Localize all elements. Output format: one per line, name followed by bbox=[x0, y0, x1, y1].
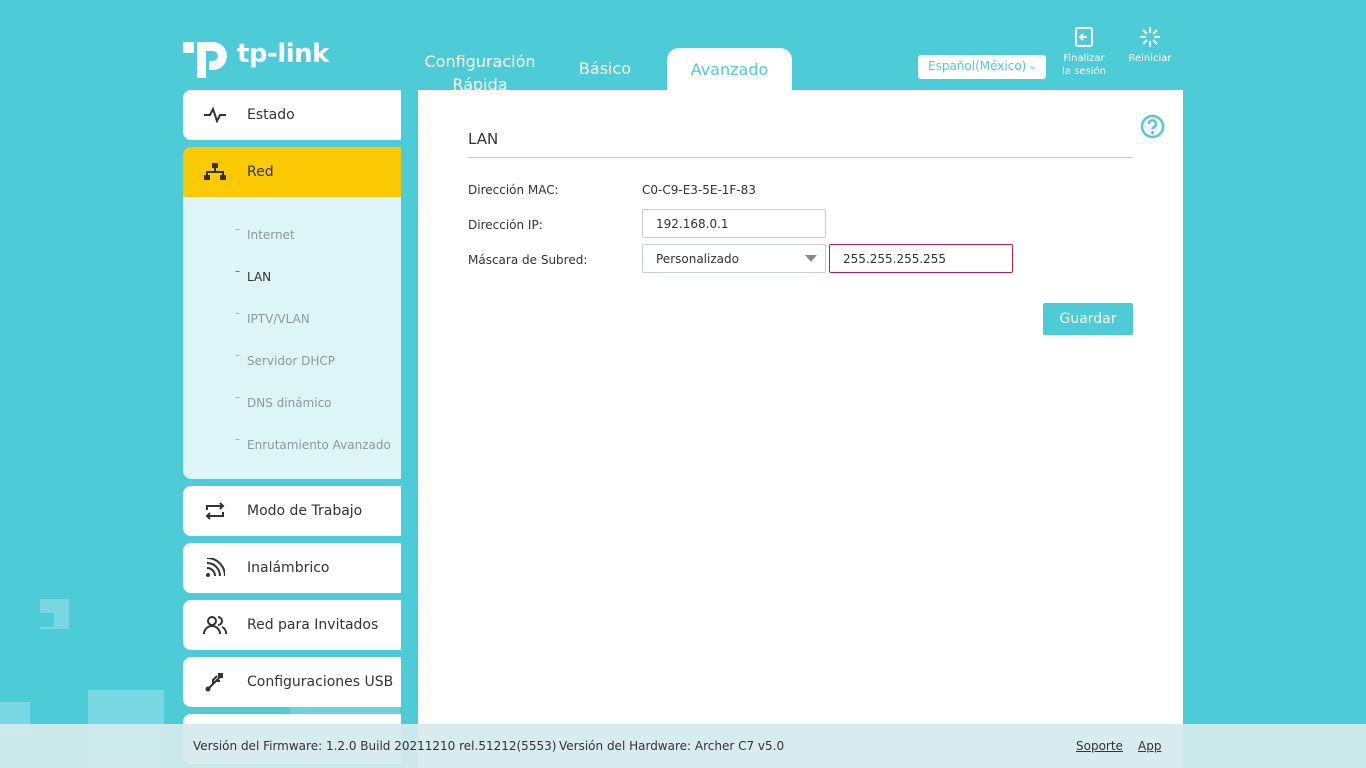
page-title: LAN bbox=[468, 130, 499, 148]
sidebar-item-label: Red bbox=[247, 164, 274, 180]
sidebar-item-label: Estado bbox=[247, 107, 295, 123]
subnet-mask-value: 255.255.255.255 bbox=[843, 252, 947, 266]
network-icon bbox=[183, 163, 247, 181]
submenu-item-label: IPTV/VLAN bbox=[247, 312, 310, 326]
subnet-mask-field[interactable]: 255.255.255.255 bbox=[829, 244, 1013, 273]
sidebar-item-operation-mode[interactable]: Modo de Trabajo bbox=[183, 486, 401, 536]
guests-icon bbox=[183, 615, 247, 635]
submenu-item-dynamic-dns[interactable]: – DNS dinámico bbox=[235, 392, 332, 410]
hardware-version: Versión del Hardware: Archer C7 v5.0 bbox=[559, 739, 785, 753]
network-submenu: – Internet – LAN – IPTV/VLAN – Servidor DHCP… bbox=[183, 197, 401, 479]
tab-advanced[interactable]: Avanzado bbox=[667, 48, 792, 90]
footer: Versión del Firmware: 1.2.0 Build 202112… bbox=[0, 724, 1366, 768]
mac-address-label: Dirección MAC: bbox=[468, 183, 559, 197]
submenu-item-lan[interactable]: – LAN bbox=[235, 266, 272, 284]
dropdown-arrow-icon bbox=[805, 255, 817, 262]
ip-address-value: 192.168.0.1 bbox=[656, 217, 729, 231]
submenu-item-label: Enrutamiento Avanzado bbox=[247, 438, 391, 452]
sidebar-item-label: Inalámbrico bbox=[247, 560, 330, 576]
subnet-mask-label: Máscara de Subred: bbox=[468, 253, 588, 267]
app-link[interactable]: App bbox=[1138, 739, 1161, 753]
reboot-button[interactable]: Reiniciar bbox=[1125, 26, 1175, 65]
submenu-item-dhcp-server[interactable]: – Servidor DHCP bbox=[235, 350, 335, 368]
tab-basic[interactable]: Básico bbox=[562, 48, 648, 90]
reboot-label: Reiniciar bbox=[1128, 53, 1172, 64]
sidebar-item-network[interactable]: Red bbox=[183, 147, 401, 197]
submenu-item-label: DNS dinámico bbox=[247, 396, 332, 410]
sidebar-item-label: Configuraciones USB bbox=[247, 674, 394, 690]
dash-icon: – bbox=[235, 434, 240, 445]
language-select[interactable]: Español(México) ⌄ bbox=[918, 55, 1046, 79]
help-icon[interactable] bbox=[1140, 114, 1165, 139]
switch-mode-icon bbox=[183, 502, 247, 520]
ip-address-label: Dirección IP: bbox=[468, 218, 543, 232]
wifi-icon bbox=[183, 558, 247, 578]
logo-text: tp-link bbox=[237, 39, 329, 69]
ip-address-field[interactable]: 192.168.0.1 bbox=[642, 209, 826, 238]
dash-icon: – bbox=[235, 308, 240, 319]
logout-label: Finalizar la sesión bbox=[1062, 53, 1106, 77]
dash-icon: – bbox=[235, 266, 240, 277]
save-button[interactable]: Guardar bbox=[1043, 303, 1133, 335]
subnet-mask-mode-select[interactable]: Personalizado bbox=[642, 244, 826, 273]
sidebar-item-guest-network[interactable]: Red para Invitados bbox=[183, 600, 401, 650]
dash-icon: – bbox=[235, 224, 240, 235]
logout-button[interactable]: Finalizar la sesión bbox=[1058, 26, 1110, 78]
dash-icon: – bbox=[235, 350, 240, 361]
submenu-item-label: Servidor DHCP bbox=[247, 354, 335, 368]
support-link[interactable]: Soporte bbox=[1076, 739, 1123, 753]
sidebar-item-status[interactable]: Estado bbox=[183, 90, 401, 140]
tp-link-logo[interactable]: tp-link bbox=[183, 30, 329, 78]
sidebar-item-usb-settings[interactable]: Configuraciones USB bbox=[183, 657, 401, 707]
sidebar-item-label: Red para Invitados bbox=[247, 617, 379, 633]
submenu-item-advanced-routing[interactable]: – Enrutamiento Avanzado bbox=[235, 434, 391, 452]
background-decoration bbox=[40, 613, 54, 627]
mac-address-value: C0-C9-E3-5E-1F-83 bbox=[642, 183, 756, 197]
firmware-version: Versión del Firmware: 1.2.0 Build 202112… bbox=[193, 739, 557, 753]
chevron-down-icon: ⌄ bbox=[1027, 59, 1037, 72]
main-panel: LAN Dirección MAC: C0-C9-E3-5E-1F-83 Dir… bbox=[418, 90, 1183, 768]
usb-icon bbox=[183, 672, 247, 692]
submenu-item-iptv-vlan[interactable]: – IPTV/VLAN bbox=[235, 308, 310, 326]
tab-quick-setup[interactable]: Configuración Rápida bbox=[420, 50, 540, 94]
logout-icon bbox=[1075, 27, 1093, 47]
submenu-item-internet[interactable]: – Internet bbox=[235, 224, 295, 242]
divider bbox=[468, 157, 1133, 158]
tp-link-logo-icon bbox=[183, 42, 227, 78]
subnet-mask-mode-value: Personalizado bbox=[656, 252, 739, 266]
submenu-item-label: Internet bbox=[247, 228, 295, 242]
dash-icon: – bbox=[235, 392, 240, 403]
reboot-icon bbox=[1140, 27, 1160, 47]
submenu-item-label: LAN bbox=[247, 270, 272, 284]
sidebar-item-label: Modo de Trabajo bbox=[247, 503, 363, 519]
sidebar-item-wireless[interactable]: Inalámbrico bbox=[183, 543, 401, 593]
language-select-value: Español(México) bbox=[928, 59, 1027, 73]
pulse-icon bbox=[183, 107, 247, 123]
